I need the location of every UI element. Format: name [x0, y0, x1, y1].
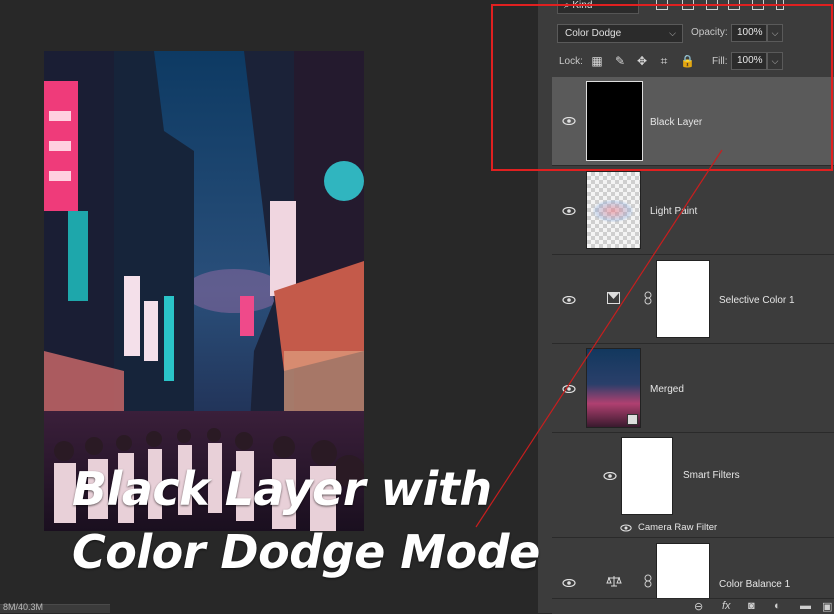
- opacity-dropdown-button[interactable]: ⌵: [767, 24, 783, 42]
- eye-icon[interactable]: [562, 579, 576, 587]
- selective-color-adjustment-icon: [607, 292, 620, 304]
- camera-raw-filter-label[interactable]: Camera Raw Filter: [638, 522, 717, 533]
- lock-transparent-pixels-icon[interactable]: ▦: [591, 55, 603, 67]
- caption-line-2: Color Dodge Mode: [72, 525, 540, 579]
- chevron-down-icon: ⌵: [669, 28, 676, 38]
- smart-filters-group[interactable]: Smart Filters Camera Raw Filter: [552, 433, 834, 538]
- new-layer-icon[interactable]: ▣: [822, 600, 832, 613]
- eye-icon[interactable]: [562, 207, 576, 215]
- fx-icon[interactable]: fx: [722, 600, 731, 612]
- layer-name: Selective Color 1: [719, 295, 795, 306]
- group-icon[interactable]: ▬: [800, 600, 811, 612]
- balance-scale-icon: [606, 576, 622, 587]
- lock-artboard-icon[interactable]: ⌗: [658, 55, 670, 67]
- layer-thumbnail: [586, 348, 641, 428]
- layer-row-light-paint[interactable]: Light Paint: [552, 166, 834, 255]
- document-size-readout: 8M/40.3M: [3, 602, 44, 612]
- lock-image-pixels-icon[interactable]: ✎: [614, 55, 626, 67]
- chain-link-icon[interactable]: [644, 291, 652, 305]
- filter-toggle-icon[interactable]: [776, 0, 784, 10]
- eye-icon[interactable]: [603, 472, 617, 480]
- adjustment-icon[interactable]: ◐: [774, 600, 781, 612]
- layer-mask-thumbnail: [656, 543, 710, 603]
- eye-icon[interactable]: [562, 117, 576, 125]
- status-bar: 8M/40.3M: [0, 602, 110, 613]
- fill-label: Fill:: [712, 56, 728, 67]
- layers-panel-footer: ⊖ fx ◙ ◐ ▬ ▣: [552, 598, 834, 614]
- layer-name: Color Balance 1: [719, 579, 791, 590]
- layer-row-color-balance[interactable]: Color Balance 1: [552, 538, 834, 603]
- smart-filter-mask-thumbnail: [621, 437, 673, 515]
- layer-name: Merged: [650, 384, 684, 395]
- eye-icon[interactable]: [562, 385, 576, 393]
- blend-mode-value: Color Dodge: [565, 28, 622, 39]
- layer-mask-thumbnail: [656, 260, 710, 338]
- fill-dropdown-button[interactable]: ⌵: [767, 52, 783, 70]
- lock-all-icon[interactable]: 🔒: [680, 55, 695, 67]
- lock-label: Lock:: [559, 56, 583, 67]
- eye-icon[interactable]: [620, 524, 632, 532]
- layer-name: Black Layer: [650, 117, 703, 128]
- link-icon[interactable]: ⊖: [694, 600, 703, 613]
- chevron-down-icon: ⌵: [771, 28, 779, 38]
- caption-line-1: Black Layer with: [72, 462, 492, 516]
- pixel-filter-icon[interactable]: [656, 0, 668, 10]
- layer-filter-kind-select[interactable]: ⌕ Kind: [557, 0, 639, 14]
- type-filter-icon[interactable]: [706, 0, 718, 10]
- chevron-down-icon: ⌵: [771, 56, 779, 66]
- layer-row-black-layer[interactable]: Black Layer: [552, 77, 834, 166]
- layer-name: Light Paint: [650, 206, 698, 217]
- fill-input[interactable]: 100%: [731, 52, 767, 70]
- layer-thumbnail: [586, 81, 643, 161]
- mask-icon[interactable]: ◙: [748, 600, 755, 612]
- layer-row-merged[interactable]: Merged: [552, 344, 834, 433]
- smart-filters-label: Smart Filters: [683, 470, 740, 481]
- light-paint-preview: [593, 200, 633, 222]
- smart-object-filter-icon[interactable]: [752, 0, 764, 10]
- adjustment-filter-icon[interactable]: [682, 0, 694, 10]
- blend-mode-select[interactable]: Color Dodge ⌵: [557, 24, 683, 43]
- opacity-input[interactable]: 100%: [731, 24, 767, 42]
- kind-label: Kind: [572, 0, 593, 11]
- eye-icon[interactable]: [562, 296, 576, 304]
- tutorial-caption: Black Layer with Color Dodge Mode: [72, 458, 542, 584]
- lock-position-icon[interactable]: ✥: [636, 55, 648, 67]
- shape-filter-icon[interactable]: [728, 0, 740, 10]
- layer-thumbnail: [586, 171, 641, 249]
- chain-link-icon[interactable]: [644, 574, 652, 588]
- search-icon: ⌕: [564, 0, 570, 11]
- layer-row-selective-color[interactable]: Selective Color 1: [552, 255, 834, 344]
- smart-object-badge-icon: [627, 414, 638, 425]
- opacity-label: Opacity:: [691, 27, 728, 38]
